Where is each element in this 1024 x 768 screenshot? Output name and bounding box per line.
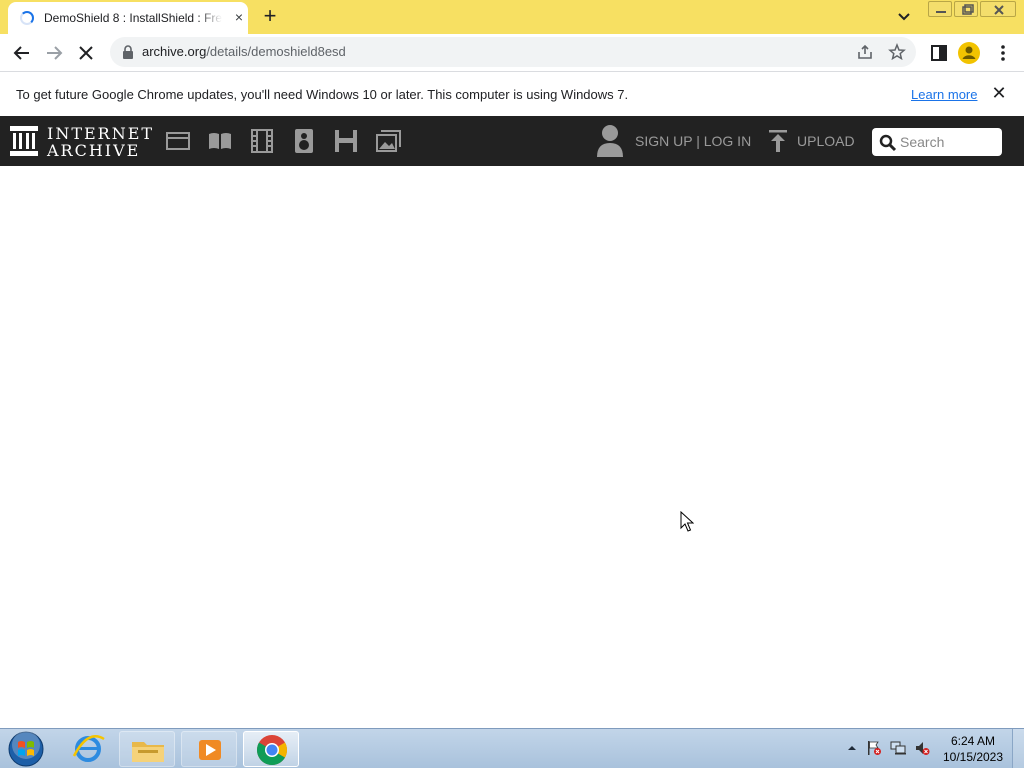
- file-explorer-taskbar-button[interactable]: [119, 731, 175, 767]
- url-text: archive.org/details/demoshield8esd: [142, 44, 346, 59]
- network-icon[interactable]: [890, 740, 906, 756]
- texts-icon[interactable]: [207, 129, 233, 153]
- infobar-close-button[interactable]: ✕: [990, 84, 1008, 102]
- show-desktop-button[interactable]: [1012, 729, 1024, 768]
- forward-arrow-icon[interactable]: [41, 40, 67, 66]
- upload-icon[interactable]: [768, 129, 788, 153]
- profile-avatar-icon[interactable]: [956, 40, 982, 66]
- url-path: /details/demoshield8esd: [206, 44, 346, 59]
- sign-up-log-in-link[interactable]: SIGN UP | LOG IN: [635, 133, 751, 149]
- share-icon[interactable]: [856, 43, 874, 61]
- bookmark-star-icon[interactable]: [888, 43, 906, 61]
- show-hidden-icons-icon[interactable]: [844, 740, 860, 756]
- browser-toolbar: archive.org/details/demoshield8esd: [0, 34, 1024, 71]
- infobar-message: To get future Google Chrome updates, you…: [16, 87, 629, 102]
- ia-logo-text-line2: ARCHIVE: [47, 141, 141, 160]
- internet-explorer-icon: [72, 735, 105, 762]
- lock-icon: [123, 45, 133, 59]
- start-button-icon[interactable]: [6, 731, 46, 767]
- page-content-area: [0, 166, 1024, 728]
- ia-top-nav: INTERNET ARCHIVE: [0, 116, 1024, 166]
- tab-strip: DemoShield 8 : InstallShield : Free Down…: [0, 0, 1024, 34]
- search-input[interactable]: [900, 132, 996, 152]
- media-player-taskbar-button[interactable]: [181, 731, 237, 767]
- upload-link[interactable]: UPLOAD: [797, 133, 855, 149]
- clock-date: 10/15/2023: [942, 750, 1004, 764]
- taskbar-clock[interactable]: 6:24 AM 10/15/2023: [938, 733, 1008, 765]
- audio-icon[interactable]: [291, 129, 317, 153]
- software-icon[interactable]: [333, 129, 359, 153]
- back-arrow-icon[interactable]: [9, 40, 35, 66]
- tab-search-chevron-icon[interactable]: [894, 8, 914, 26]
- chrome-taskbar-button[interactable]: [243, 731, 299, 767]
- web-icon[interactable]: [165, 129, 191, 153]
- file-explorer-icon: [132, 742, 164, 762]
- volume-muted-icon[interactable]: [914, 740, 930, 756]
- loading-spinner-icon: [20, 11, 34, 25]
- video-icon[interactable]: [249, 129, 275, 153]
- window-restore-button[interactable]: [954, 1, 978, 17]
- chrome-icon: [256, 735, 288, 766]
- images-icon[interactable]: [375, 129, 401, 153]
- internet-explorer-taskbar-button[interactable]: [60, 731, 116, 767]
- screen: DemoShield 8 : InstallShield : Free Down…: [0, 0, 1024, 768]
- learn-more-link[interactable]: Learn more: [911, 87, 977, 102]
- mouse-pointer-icon: [680, 511, 694, 532]
- url-host: archive.org: [142, 44, 207, 59]
- address-bar[interactable]: archive.org/details/demoshield8esd: [110, 37, 916, 67]
- tab-close-button[interactable]: ×: [230, 8, 248, 26]
- browser-tab[interactable]: DemoShield 8 : InstallShield : Free Down…: [8, 2, 248, 34]
- stop-loading-icon[interactable]: [73, 40, 99, 66]
- ia-search-box[interactable]: [872, 128, 1002, 156]
- action-center-flag-icon[interactable]: [866, 740, 882, 756]
- archive-building-icon: [10, 126, 38, 156]
- window-minimize-button[interactable]: [928, 1, 952, 17]
- user-icon[interactable]: [596, 124, 624, 158]
- side-panel-icon[interactable]: [926, 40, 952, 66]
- menu-kebab-icon[interactable]: [990, 40, 1016, 66]
- search-icon[interactable]: [879, 134, 897, 152]
- media-player-icon: [199, 740, 221, 760]
- new-tab-button[interactable]: +: [258, 5, 282, 29]
- clock-time: 6:24 AM: [950, 734, 996, 748]
- window-close-button[interactable]: [980, 1, 1016, 17]
- update-infobar: To get future Google Chrome updates, you…: [0, 71, 1024, 116]
- tab-title: DemoShield 8 : InstallShield : Free Down…: [44, 11, 222, 25]
